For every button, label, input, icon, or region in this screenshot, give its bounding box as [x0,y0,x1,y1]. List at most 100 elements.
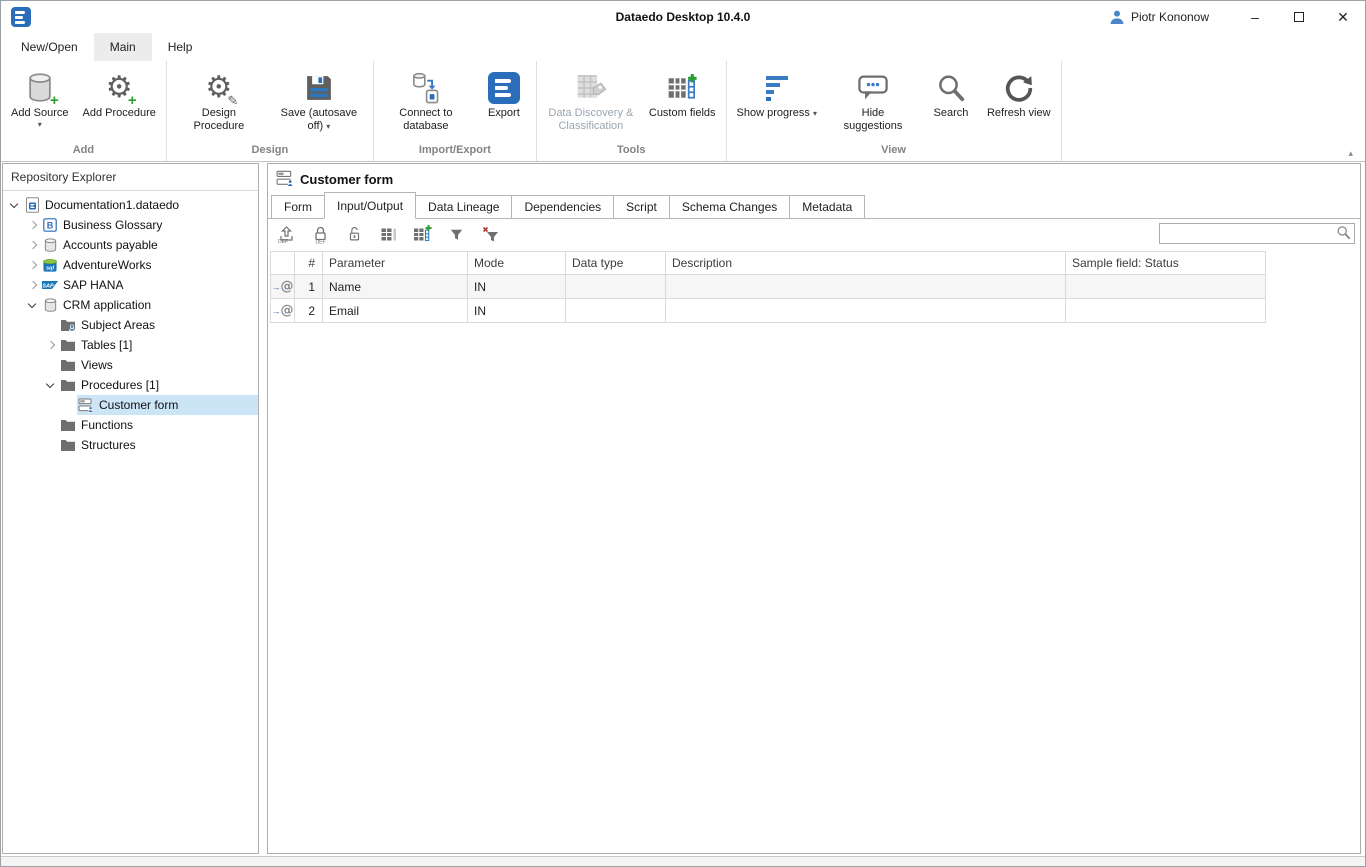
cell-description[interactable] [666,275,1066,299]
clear-filter-button[interactable] [480,224,500,244]
tree-item-procedures[interactable]: Procedures [1] [3,375,258,395]
cell-sample-field[interactable] [1066,275,1266,299]
main-panel: Customer form Form Input/Output Data Lin… [267,163,1361,854]
chevron-placeholder [43,317,59,333]
add-custom-field-button[interactable] [412,224,432,244]
cell-mode[interactable]: IN [468,299,566,323]
tree-item-functions[interactable]: Functions [3,415,258,435]
lock-default-layout-button[interactable]: DEF [310,224,330,244]
sql-server-icon: sql [42,257,58,273]
tree-item-customer-form[interactable]: Customer form [3,395,258,415]
tree-item-label: SAP HANA [63,278,123,292]
tree-item-crm-application[interactable]: CRM application [3,295,258,315]
cell-num[interactable]: 1 [295,275,323,299]
pencil-badge-icon: ✎ [227,93,238,109]
tree-item-tables[interactable]: Tables [1] [3,335,258,355]
maximize-icon [1294,12,1304,22]
cell-parameter[interactable]: Name [323,275,468,299]
column-header-parameter[interactable]: Parameter [323,252,468,275]
tree-item-structures[interactable]: Structures [3,435,258,455]
column-header-mode[interactable]: Mode [468,252,566,275]
sap-icon: SAP [42,277,58,293]
collapse-ribbon-icon[interactable]: ▴ [1348,148,1353,159]
column-header-sample-field[interactable]: Sample field: Status [1066,252,1266,275]
table-row[interactable]: →@ 2 Email IN [271,299,1266,323]
chevron-down-icon[interactable] [7,197,23,213]
tree-item-views[interactable]: Views [3,355,258,375]
procedure-icon [276,169,294,190]
filter-icon [448,226,465,243]
tree-item-accounts-payable[interactable]: Accounts payable [3,235,258,255]
cell-mode[interactable]: IN [468,275,566,299]
column-chooser-button[interactable] [378,224,398,244]
column-header-description[interactable]: Description [666,252,1066,275]
cell-data-type[interactable] [566,299,666,323]
add-procedure-button[interactable]: ⚙ + Add Procedure [76,65,161,122]
menu-new-open[interactable]: New/Open [5,33,94,61]
ribbon: + Add Source ▾ ⚙ + Add Procedure Add ⚙ ✎ [1,61,1365,162]
design-procedure-label: Design Procedure [177,107,261,133]
menu-main[interactable]: Main [94,33,152,61]
data-discovery-button: Data Discovery & Classification [541,65,641,135]
close-button[interactable]: ✕ [1321,2,1365,32]
minimize-button[interactable]: – [1233,2,1277,32]
custom-fields-button[interactable]: Custom fields [643,65,722,122]
tab-schema-changes[interactable]: Schema Changes [669,195,790,218]
menu-help[interactable]: Help [152,33,209,61]
menu-bar: New/Open Main Help [1,33,1365,61]
tree-item-label: Subject Areas [81,318,155,332]
hide-suggestions-button[interactable]: Hide suggestions [825,65,921,135]
cell-data-type[interactable] [566,275,666,299]
connect-to-database-button[interactable]: Connect to database [378,65,474,135]
filter-button[interactable] [446,224,466,244]
tab-input-output[interactable]: Input/Output [324,192,416,219]
tree-item-sap-hana[interactable]: SAP SAP HANA [3,275,258,295]
tab-data-lineage[interactable]: Data Lineage [415,195,512,218]
chevron-down-icon[interactable] [25,297,41,313]
ribbon-group-import-export: Connect to database Export Import/Export [374,61,537,161]
chevron-placeholder [43,417,59,433]
chevron-right-icon[interactable] [25,237,41,253]
chevron-right-icon[interactable] [25,277,41,293]
chevron-right-icon[interactable] [25,217,41,233]
cell-parameter[interactable]: Email [323,299,468,323]
tab-dependencies[interactable]: Dependencies [511,195,614,218]
table-row[interactable]: →@ 1 Name IN [271,275,1266,299]
column-header-num[interactable]: # [295,252,323,275]
tree-item-documentation1[interactable]: Documentation1.dataedo [3,195,258,215]
custom-fields-label: Custom fields [649,107,716,120]
lock-default-icon: DEF [311,225,330,244]
add-source-button[interactable]: + Add Source ▾ [5,65,74,132]
grid-search-input[interactable] [1160,224,1336,243]
maximize-button[interactable] [1277,2,1321,32]
refresh-view-button[interactable]: Refresh view [981,65,1057,122]
tree-item-label: Accounts payable [63,238,158,252]
cell-description[interactable] [666,299,1066,323]
database-icon [42,237,58,253]
tab-metadata[interactable]: Metadata [789,195,865,218]
tab-form[interactable]: Form [271,195,325,218]
svg-text:SAP: SAP [42,283,54,289]
search-label: Search [934,107,969,120]
cell-num[interactable]: 2 [295,299,323,323]
export-button[interactable]: Export [476,65,532,122]
tree-item-adventureworks[interactable]: sql AdventureWorks [3,255,258,275]
tree-item-business-glossary[interactable]: B Business Glossary [3,215,258,235]
tree-item-subject-areas[interactable]: Subject Areas [3,315,258,335]
tree-item-label: CRM application [63,298,151,312]
column-header-data-type[interactable]: Data type [566,252,666,275]
save-button[interactable]: Save (autosave off) ▾ [269,65,369,135]
ribbon-search-button[interactable]: Search [923,65,979,122]
design-procedure-button[interactable]: ⚙ ✎ Design Procedure [171,65,267,135]
chevron-right-icon[interactable] [43,337,59,353]
unlock-button[interactable] [344,224,364,244]
show-progress-button[interactable]: Show progress ▾ [731,65,823,122]
chevron-right-icon[interactable] [25,257,41,273]
row-indicator-header[interactable] [271,252,295,275]
chevron-down-icon[interactable] [43,377,59,393]
tab-script[interactable]: Script [613,195,670,218]
hide-suggestions-label: Hide suggestions [831,107,915,133]
cell-sample-field[interactable] [1066,299,1266,323]
user-account[interactable]: Piotr Kononow [1109,9,1209,25]
reset-default-layout-button[interactable]: DEF [276,224,296,244]
